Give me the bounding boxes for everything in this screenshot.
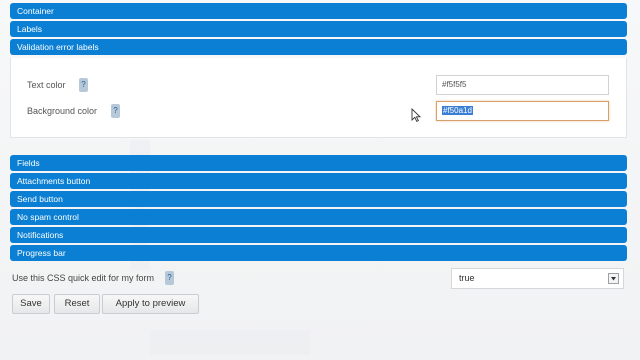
quick-edit-selected-value: true	[459, 273, 475, 283]
mouse-cursor-icon	[411, 108, 421, 122]
section-labels[interactable]: Labels	[10, 21, 627, 37]
background-shadow-bottom	[150, 330, 310, 355]
chevron-down-icon[interactable]	[608, 273, 619, 284]
validation-error-labels-panel: Text color ? Background color ? #f5f5f5 …	[10, 58, 627, 138]
background-color-label: Background color	[27, 106, 98, 116]
reset-button[interactable]: Reset	[54, 294, 100, 314]
quick-edit-help-icon[interactable]: ?	[165, 271, 174, 285]
section-no-spam-control[interactable]: No spam control	[10, 209, 627, 225]
quick-edit-label: Use this CSS quick edit for my form	[12, 273, 155, 283]
css-quick-edit-page: Container Labels Validation error labels…	[0, 0, 640, 360]
background-color-input[interactable]: #f50a1d	[436, 101, 609, 121]
text-color-label: Text color	[27, 80, 66, 90]
section-notifications[interactable]: Notifications	[10, 227, 627, 243]
text-color-input[interactable]: #f5f5f5	[436, 75, 609, 95]
section-fields[interactable]: Fields	[10, 155, 627, 171]
section-validation-error-labels[interactable]: Validation error labels	[10, 39, 627, 55]
background-color-value: #f50a1d	[442, 106, 473, 115]
apply-to-preview-button[interactable]: Apply to preview	[102, 294, 199, 314]
quick-edit-select[interactable]: true	[451, 268, 624, 289]
section-send-button[interactable]: Send button	[10, 191, 627, 207]
save-button[interactable]: Save	[12, 294, 50, 314]
section-attachments-button[interactable]: Attachments button	[10, 173, 627, 189]
section-progress-bar[interactable]: Progress bar	[10, 245, 627, 261]
text-color-help-icon[interactable]: ?	[79, 78, 88, 92]
background-color-help-icon[interactable]: ?	[111, 104, 120, 118]
section-container[interactable]: Container	[10, 3, 627, 19]
